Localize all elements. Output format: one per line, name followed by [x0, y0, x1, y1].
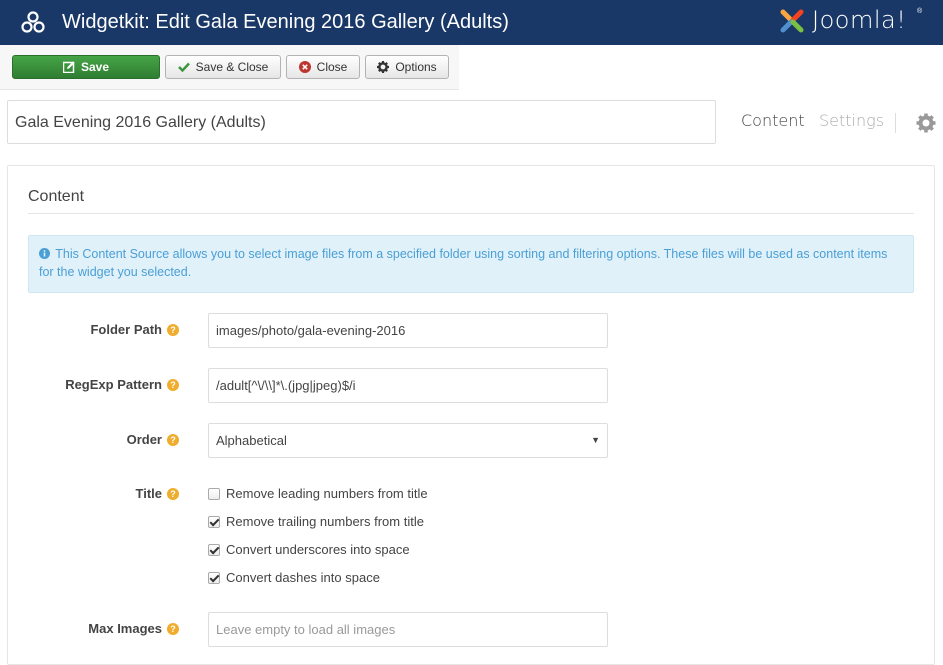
joomla-wordmark: Joomla! — [812, 6, 907, 34]
close-circle-icon — [298, 61, 311, 73]
joomla-mark-icon — [780, 9, 804, 33]
order-label-text: Order — [126, 432, 162, 447]
widgetkit-logo-icon — [21, 11, 45, 33]
joomla-logo: Joomla! ® — [777, 4, 927, 38]
toolbar: Save Save & Close Close Options — [0, 45, 459, 90]
info-alert: This Content Source allows you to select… — [28, 235, 914, 293]
dropdown-arrow-icon: ▼ — [591, 435, 600, 445]
remove-trailing-numbers-option[interactable]: Remove trailing numbers from title — [208, 514, 424, 529]
max-images-input[interactable]: Leave empty to load all images — [208, 612, 608, 647]
gear-icon — [377, 61, 390, 73]
title-label: Title ? — [135, 486, 179, 501]
convert-underscores-option[interactable]: Convert underscores into space — [208, 542, 410, 557]
order-label: Order ? — [127, 432, 179, 447]
registered-mark: ® — [917, 8, 923, 15]
folder-path-label-text: Folder Path — [90, 322, 162, 337]
checkbox-checked[interactable] — [208, 571, 220, 584]
order-select[interactable]: Alphabetical ▼ — [208, 423, 608, 458]
order-selected-value: Alphabetical — [216, 433, 287, 448]
edit-icon — [62, 61, 75, 73]
info-text: This Content Source allows you to select… — [39, 247, 888, 279]
check-icon — [177, 62, 190, 73]
convert-dashes-option[interactable]: Convert dashes into space — [208, 570, 380, 585]
tab-divider — [895, 113, 896, 133]
save-label: Save — [80, 60, 110, 74]
options-button[interactable]: Options — [365, 55, 449, 79]
app-header: Widgetkit: Edit Gala Evening 2016 Galler… — [0, 0, 943, 45]
help-icon[interactable]: ? — [167, 378, 179, 391]
help-icon[interactable]: ? — [167, 487, 179, 500]
content-panel: Content This Content Source allows you t… — [7, 165, 935, 665]
regexp-input[interactable]: /adult[^\/\\]*\.(jpg|jpeg)$/i — [208, 368, 608, 403]
settings-gear-icon[interactable] — [916, 113, 936, 133]
close-button[interactable]: Close — [286, 55, 360, 79]
save-close-button[interactable]: Save & Close — [165, 55, 281, 79]
panel-title: Content — [28, 188, 85, 205]
title-label-text: Title — [135, 486, 163, 501]
close-label: Close — [316, 60, 348, 74]
option-label: Convert dashes into space — [226, 570, 380, 585]
regexp-label-text: RegExp Pattern — [65, 377, 162, 392]
help-icon[interactable]: ? — [167, 323, 179, 336]
folder-path-label: Folder Path ? — [90, 322, 179, 337]
save-button[interactable]: Save — [12, 55, 160, 79]
checkbox[interactable] — [208, 487, 220, 500]
checkbox-checked[interactable] — [208, 543, 220, 556]
max-images-label: Max Images ? — [88, 621, 179, 636]
remove-leading-numbers-option[interactable]: Remove leading numbers from title — [208, 486, 428, 501]
option-label: Remove leading numbers from title — [226, 486, 428, 501]
save-close-label: Save & Close — [195, 60, 269, 74]
tab-content[interactable]: Content — [741, 111, 805, 130]
info-icon — [39, 248, 50, 259]
folder-path-input[interactable]: images/photo/gala-evening-2016 — [208, 313, 608, 348]
help-icon[interactable]: ? — [167, 622, 179, 635]
checkbox-checked[interactable] — [208, 515, 220, 528]
help-icon[interactable]: ? — [167, 433, 179, 446]
max-images-label-text: Max Images — [88, 621, 162, 636]
page-title: Widgetkit: Edit Gala Evening 2016 Galler… — [62, 11, 509, 33]
option-label: Convert underscores into space — [226, 542, 410, 557]
tab-settings[interactable]: Settings — [819, 111, 884, 130]
widget-name-input[interactable]: Gala Evening 2016 Gallery (Adults) — [7, 100, 716, 144]
regexp-label: RegExp Pattern ? — [65, 377, 179, 392]
panel-divider — [28, 213, 914, 214]
options-label: Options — [395, 60, 437, 74]
option-label: Remove trailing numbers from title — [226, 514, 424, 529]
